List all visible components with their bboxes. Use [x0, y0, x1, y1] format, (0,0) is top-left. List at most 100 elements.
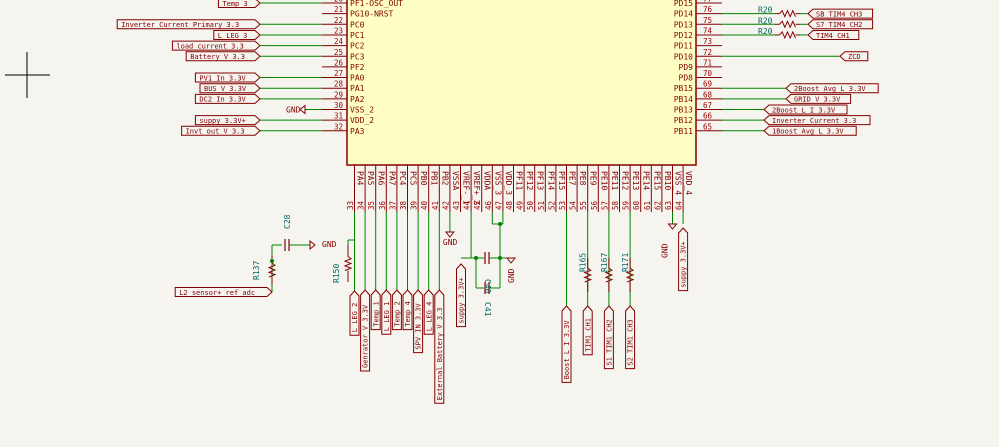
pin-name: PB10 [663, 171, 672, 190]
pin-number: 62 [653, 201, 662, 210]
pin-number: 48 [505, 200, 514, 210]
pin-name: VSS_4 [674, 171, 683, 195]
pin-name: PF15 [557, 171, 566, 190]
pin-number: 43 [452, 201, 461, 210]
pin-number: 60 [632, 200, 641, 210]
net-label[interactable]: SPV_IN_3.3V [413, 289, 424, 354]
net-label[interactable]: 2Boost_L_I_3.3V [763, 104, 848, 115]
pin-number: 55 [579, 201, 588, 210]
pin-left-22[interactable]: 22 PC0 Inverter_Current_Primary_3.3 [116, 16, 365, 30]
net-label[interactable]: Genrator_V_3.3V [360, 289, 371, 372]
bottom-pin-group: PA4 33 PA5 34 PA6 35 PA7 36 PC4 37 PC5 38 PB0 39 PB1 40… [346, 165, 693, 212]
gnd-label: GND [507, 268, 516, 283]
net-label[interactable]: Temp_4 [402, 289, 413, 331]
pin-number: 35 [367, 201, 376, 210]
pin-name: PF13 [536, 171, 545, 190]
net-label-text: SB_TIM4_CH3 [816, 10, 862, 18]
net-label[interactable]: Temp_3 [217, 0, 261, 8]
pin-number: 51 [537, 201, 546, 210]
net-label[interactable]: S2_TIM1_CH3 [625, 305, 636, 370]
net-label[interactable]: DC2_In_3.3V [194, 93, 261, 104]
pin-number: 29 [334, 90, 343, 99]
pin-number: 50 [526, 200, 535, 210]
pin-number: 41 [431, 201, 440, 210]
schematic-canvas[interactable]: 20 PF1-OSC_OUT Temp_3 21 PG10-NRST 22 PC0 Inver… [0, 0, 999, 447]
pin-name: PD9 [679, 63, 694, 72]
pin-name: PE13 [631, 171, 640, 190]
net-label[interactable]: Battery_V_3.3 [185, 51, 261, 62]
pin-number: 77 [703, 0, 712, 4]
net-label[interactable]: suppy_3.3V+ [678, 227, 689, 292]
net-label-text: GRID_V_3.3V [794, 96, 841, 104]
pin-number: 54 [569, 200, 578, 210]
pin-number: 28 [334, 80, 344, 89]
pin-number: 68 [703, 90, 713, 99]
net-label[interactable]: 1Boost_Avg_L_3.3V [763, 125, 857, 136]
pin-name: VSSA [451, 171, 460, 190]
pin-name: PE12 [621, 171, 630, 190]
net-label[interactable]: ZCD [839, 51, 869, 62]
series-resistor[interactable] [775, 30, 800, 40]
pin-name: PB13 [674, 106, 693, 115]
pin-name: PB11 [674, 127, 693, 136]
pin-number: 71 [703, 58, 712, 67]
pin-name: PA2 [350, 95, 365, 104]
ground-symbol-icon [444, 231, 455, 238]
net-label-text: Inverter_Current_Primary_3.3 [121, 21, 239, 29]
net-label[interactable]: Temp_1 [370, 289, 381, 331]
schematic-svg[interactable]: 20 PF1-OSC_OUT Temp_3 21 PG10-NRST 22 PC0 Inver… [0, 0, 999, 447]
net-label[interactable]: 2Boost_Avg_L_3.3V [785, 83, 879, 94]
net-label[interactable]: TIM1_CH1 [582, 305, 593, 356]
pin-number: 76 [703, 5, 713, 14]
pin-right-77[interactable]: 77 PD15 [674, 0, 722, 8]
ground-symbol-icon [505, 257, 517, 264]
pin-name: PD8 [679, 74, 694, 83]
net-label[interactable]: Invt_out_V_3.3 [181, 125, 261, 136]
net-label-text: Boost_L_I_3.3V [563, 320, 571, 380]
net-label[interactable]: Inverter_Current_Primary_3.3 [116, 19, 261, 30]
pin-name: PB14 [674, 95, 693, 104]
mcu-body[interactable] [346, 0, 697, 166]
resistor-r150[interactable] [343, 245, 353, 282]
pin-name: PG10-NRST [350, 10, 394, 19]
net-label[interactable]: L_LEG_1 [381, 289, 392, 335]
ground-symbol-icon [299, 104, 306, 115]
net-label[interactable]: Boost_L_I_3.3V [561, 305, 572, 383]
pin-number: 31 [334, 112, 343, 121]
resistor-zigzag [779, 30, 796, 40]
net-label[interactable]: SB_TIM4_CH3 [807, 8, 874, 19]
pin-number: 49 [516, 201, 525, 210]
net-label[interactable]: S7_TIM4_CH2 [807, 19, 874, 30]
net-label[interactable]: Inverter_Current_3.3 [763, 115, 871, 126]
pin-name: VSS_2 [350, 106, 374, 115]
net-label[interactable]: L_LEG_3 [213, 29, 261, 40]
pin-number: 25 [334, 48, 343, 57]
series-resistor[interactable] [775, 20, 800, 29]
net-label[interactable]: PV1_In_3.3V [194, 72, 261, 83]
pin-number: 61 [643, 201, 652, 210]
pin-left-20[interactable]: 20 PF1-OSC_OUT Temp_3 [217, 0, 403, 8]
net-label[interactable]: GRID_V_3.3V [785, 93, 852, 104]
net-label[interactable]: TIM4_CH1 [807, 29, 860, 40]
junction-dot [498, 256, 502, 260]
pin-name: PA6 [377, 171, 386, 186]
net-label[interactable]: suppy_3.3V+ [456, 263, 466, 328]
net-label-text: ZCD [848, 53, 861, 61]
component-ref: R137 [252, 261, 261, 280]
net-label[interactable]: External_Battery_V_3.3 [434, 289, 445, 404]
series-resistor[interactable] [775, 9, 800, 18]
net-label[interactable]: suppy_3.3V+ [194, 115, 261, 126]
net-label-text: L_LEG_1 [383, 302, 391, 332]
net-label[interactable]: S1_TIM1_CH2 [603, 305, 614, 370]
net-label-text: SPV_IN_3.3V [415, 302, 423, 349]
net-label[interactable]: L2_sensor+_ref_adc [174, 287, 273, 297]
net-label[interactable]: load_current_3.3 [171, 40, 261, 51]
net-label[interactable]: L_LEG_2 [349, 290, 360, 336]
net-label[interactable]: L_LEG_4 [423, 289, 434, 335]
pin-number: 58 [611, 200, 620, 210]
net-label[interactable]: Temp_2 [391, 289, 402, 331]
pin-name: PC3 [350, 52, 365, 61]
net-label-text: S2_TIM1_CH3 [627, 319, 635, 365]
net-label[interactable]: BUS_V_3.3V [199, 83, 261, 94]
pin-name: PD11 [674, 42, 693, 51]
